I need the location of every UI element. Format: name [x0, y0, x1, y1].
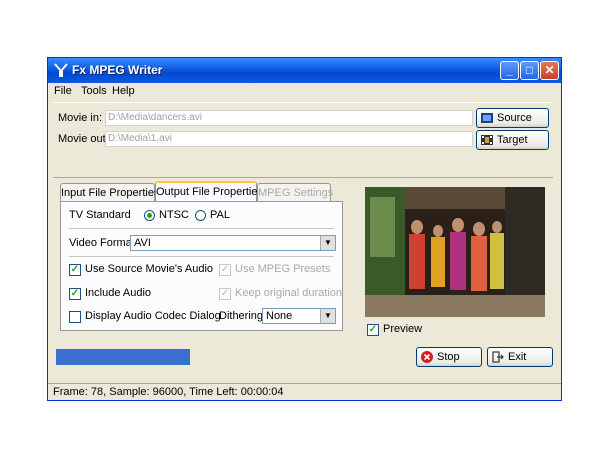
source-label: Source: [497, 112, 532, 124]
film-strip-icon: [481, 135, 493, 145]
status-text: Frame: 78, Sample: 96000, Time Left: 00:…: [53, 386, 284, 398]
close-button[interactable]: ✕: [540, 61, 559, 80]
target-label: Target: [497, 134, 528, 146]
include-audio-label: Include Audio: [85, 287, 152, 299]
display-codec-checkbox[interactable]: [69, 311, 81, 323]
tv-standard-label: TV Standard: [69, 209, 131, 221]
include-audio-checkbox[interactable]: ✓: [69, 288, 81, 300]
menu-help[interactable]: Help: [112, 85, 135, 97]
exit-label: Exit: [508, 351, 527, 363]
target-button[interactable]: Target: [476, 130, 549, 150]
dithering-select[interactable]: None ▼: [262, 308, 336, 324]
stop-label: Stop: [437, 351, 460, 363]
divider: [69, 228, 334, 229]
video-frame-image: [365, 187, 545, 317]
dithering-label: Dithering: [219, 310, 264, 322]
tab-output-file-properties[interactable]: Output File Properties: [155, 181, 263, 202]
minimize-button[interactable]: _: [500, 61, 519, 80]
pal-radio[interactable]: [195, 210, 206, 221]
use-source-audio-checkbox[interactable]: ✓: [69, 264, 81, 276]
output-properties-panel: TV Standard NTSC PAL Video Format AVI ▼ …: [60, 201, 343, 331]
movie-in-field[interactable]: D:\Media\dancers.avi: [105, 110, 473, 126]
exit-button[interactable]: Exit: [487, 347, 553, 367]
video-format-label: Video Format: [69, 237, 135, 249]
film-icon: [481, 113, 493, 123]
dithering-value: None: [266, 310, 293, 322]
movie-in-label: Movie in:: [58, 112, 103, 124]
menu-bar: File Tools Help: [48, 83, 561, 100]
maximize-button[interactable]: □: [520, 61, 539, 80]
title-bar[interactable]: Fx MPEG Writer _ □ ✕: [48, 58, 561, 83]
tab-mpeg-settings[interactable]: MPEG Settings: [257, 183, 333, 201]
chevron-down-icon[interactable]: ▼: [320, 236, 335, 250]
video-preview: [365, 187, 545, 317]
use-mpeg-presets-label: Use MPEG Presets: [235, 263, 331, 275]
use-mpeg-presets-checkbox[interactable]: ✓: [219, 264, 231, 276]
source-button[interactable]: Source: [476, 108, 549, 128]
status-bar: Frame: 78, Sample: 96000, Time Left: 00:…: [48, 383, 561, 400]
video-format-value: AVI: [134, 237, 151, 249]
movie-out-field[interactable]: D:\Media\1.avi: [105, 131, 473, 147]
stop-button[interactable]: Stop: [416, 347, 482, 367]
exit-door-icon: [492, 351, 504, 363]
tab-input-file-properties[interactable]: Input File Properties: [60, 183, 159, 201]
keep-duration-checkbox[interactable]: ✓: [219, 288, 231, 300]
app-icon: [54, 63, 68, 77]
window-title: Fx MPEG Writer: [72, 63, 163, 77]
chevron-down-icon[interactable]: ▼: [320, 309, 335, 323]
ntsc-label: NTSC: [159, 209, 189, 221]
divider: [69, 256, 334, 257]
pal-label: PAL: [210, 209, 230, 221]
video-format-select[interactable]: AVI ▼: [130, 235, 336, 251]
movie-out-label: Movie out:: [58, 133, 109, 145]
stop-icon: [421, 351, 433, 363]
preview-group: ✓ Preview: [355, 183, 555, 338]
progress-bar: [56, 349, 190, 365]
preview-checkbox[interactable]: ✓: [367, 324, 379, 336]
menu-tools[interactable]: Tools: [81, 85, 107, 97]
keep-duration-label: Keep original duration: [235, 287, 343, 299]
display-codec-label: Display Audio Codec Dialog: [85, 310, 221, 322]
use-source-audio-label: Use Source Movie's Audio: [85, 263, 214, 275]
ntsc-radio[interactable]: [144, 210, 155, 221]
preview-label: Preview: [383, 323, 423, 335]
menu-file[interactable]: File: [54, 85, 72, 97]
app-window: Fx MPEG Writer _ □ ✕ File Tools Help Mov…: [47, 57, 562, 401]
